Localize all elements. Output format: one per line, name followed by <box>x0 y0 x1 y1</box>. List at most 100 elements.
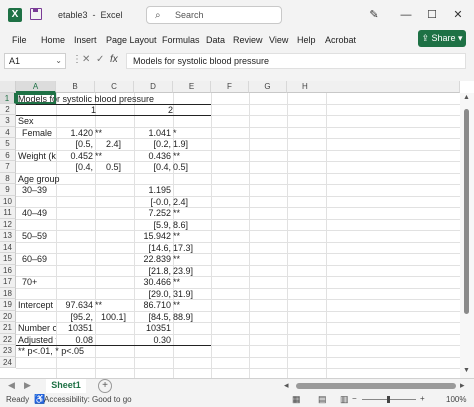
cell-d13[interactable]: 15.942 <box>134 231 171 241</box>
cell-e12[interactable]: 8.6] <box>173 220 188 230</box>
cell-d12[interactable]: [5.9, <box>134 220 171 230</box>
cell-c19[interactable]: ** <box>95 300 102 310</box>
cell-c4[interactable]: ** <box>95 128 102 138</box>
scroll-left-icon[interactable]: ◂ <box>284 380 289 391</box>
cell-b19[interactable]: 97.634 <box>56 300 93 310</box>
row-header[interactable]: 13 <box>0 230 16 242</box>
row-header[interactable]: 1 <box>0 93 16 104</box>
cell-d9[interactable]: 1.195 <box>134 185 171 195</box>
row-header[interactable]: 14 <box>0 242 16 253</box>
cell-d6[interactable]: 0.436 <box>134 151 171 161</box>
close-button[interactable]: ✕ <box>448 6 468 24</box>
cell-d14[interactable]: [14.6, <box>134 243 171 253</box>
row-header[interactable]: 9 <box>0 184 16 196</box>
column-header-e[interactable]: E <box>173 81 211 93</box>
cell-d16[interactable]: [21.8, <box>134 266 171 276</box>
row-header[interactable]: 10 <box>0 196 16 207</box>
menu-review[interactable]: Review <box>233 35 263 45</box>
cell-a22[interactable]: Adjusted f <box>18 335 56 345</box>
cell-a8[interactable]: Age group <box>18 174 60 184</box>
cell-d5[interactable]: [0.2, <box>134 139 171 149</box>
chevron-down-icon[interactable]: ⌄ <box>55 56 62 65</box>
column-header-d[interactable]: D <box>134 81 173 93</box>
cell-d4[interactable]: 1.041 <box>134 128 171 138</box>
cell-e10[interactable]: 2.4] <box>173 197 188 207</box>
cell-b20[interactable]: [95.2, <box>56 312 93 322</box>
scroll-down-icon[interactable]: ▼ <box>463 367 470 374</box>
row-header[interactable]: 17 <box>0 276 16 288</box>
vertical-scrollbar[interactable]: ▲ ▼ <box>460 93 474 378</box>
select-all-corner[interactable] <box>0 81 16 93</box>
cell-e14[interactable]: 17.3] <box>173 243 193 253</box>
page-layout-view-icon[interactable]: ▤ <box>318 394 327 405</box>
cell-e5[interactable]: 1.9] <box>173 139 188 149</box>
menu-acrobat[interactable]: Acrobat <box>325 35 356 45</box>
menu-formulas[interactable]: Formulas <box>162 35 200 45</box>
row-header[interactable]: 12 <box>0 219 16 230</box>
cell-e13[interactable]: ** <box>173 231 180 241</box>
cell-d18[interactable]: [29.0, <box>134 289 171 299</box>
zoom-out-button[interactable]: − <box>352 394 357 403</box>
normal-view-icon[interactable]: ▦ <box>292 394 301 405</box>
cell-e16[interactable]: 23.9] <box>173 266 193 276</box>
search-input[interactable]: ⌕ Search <box>146 6 282 24</box>
cell-d19[interactable]: 86.710 <box>134 300 171 310</box>
menu-page-layout[interactable]: Page Layout <box>106 35 157 45</box>
row-header[interactable]: 19 <box>0 299 16 311</box>
column-header-f[interactable]: F <box>211 81 249 93</box>
cell-b7[interactable]: [0.4, <box>56 162 93 172</box>
scroll-up-icon[interactable]: ▲ <box>463 94 470 101</box>
column-header-h[interactable]: H <box>287 81 460 93</box>
cell-a19[interactable]: Intercept <box>18 300 53 310</box>
zoom-slider-thumb[interactable] <box>387 396 390 403</box>
cell-a3[interactable]: Sex <box>18 116 34 126</box>
cell-c5[interactable]: 2.4] <box>95 139 121 149</box>
cell-a11[interactable]: 40–49 <box>22 208 47 218</box>
maximize-button[interactable]: ☐ <box>422 6 442 24</box>
cell-a4[interactable]: Female <box>22 128 52 138</box>
menu-data[interactable]: Data <box>206 35 225 45</box>
cell-e19[interactable]: ** <box>173 300 180 310</box>
row-header[interactable]: 6 <box>0 150 16 161</box>
row-header[interactable]: 16 <box>0 265 16 276</box>
save-icon[interactable] <box>30 8 42 20</box>
name-box[interactable]: A1 ⌄ <box>4 53 66 69</box>
menu-home[interactable]: Home <box>41 35 65 45</box>
cell-e17[interactable]: ** <box>173 277 180 287</box>
enter-icon[interactable]: ✓ <box>96 54 104 65</box>
cell-e11[interactable]: ** <box>173 208 180 218</box>
menu-view[interactable]: View <box>269 35 288 45</box>
cell-d10[interactable]: [-0.0, <box>134 197 171 207</box>
cell-d17[interactable]: 30.466 <box>134 277 171 287</box>
row-header[interactable]: 22 <box>0 334 16 345</box>
page-break-view-icon[interactable]: ▥ <box>340 394 349 405</box>
cell-c7[interactable]: 0.5] <box>95 162 121 172</box>
next-sheet-icon[interactable]: ▶ <box>24 380 31 391</box>
cell-b6[interactable]: 0.452 <box>56 151 93 161</box>
cell-d21[interactable]: 10351 <box>134 323 171 333</box>
cell-e6[interactable]: ** <box>173 151 180 161</box>
add-sheet-button[interactable]: + <box>98 379 112 393</box>
row-header[interactable]: 8 <box>0 173 16 184</box>
cell-c6[interactable]: ** <box>95 151 102 161</box>
cell-a17[interactable]: 70+ <box>22 277 37 287</box>
pen-icon[interactable]: ✎ <box>364 6 384 24</box>
row-header[interactable]: 23 <box>0 345 16 357</box>
cell-a6[interactable]: Weight (kg <box>18 151 56 161</box>
menu-insert[interactable]: Insert <box>74 35 97 45</box>
cell-a13[interactable]: 50–59 <box>22 231 47 241</box>
cell-d22[interactable]: 0.30 <box>134 335 171 345</box>
zoom-in-button[interactable]: + <box>420 394 425 403</box>
minimize-button[interactable]: — <box>396 6 416 24</box>
row-header[interactable]: 20 <box>0 311 16 322</box>
cancel-icon[interactable]: ✕ <box>82 54 90 65</box>
menu-help[interactable]: Help <box>297 35 316 45</box>
cell-e7[interactable]: 0.5] <box>173 162 188 172</box>
cell-d2[interactable]: 2 <box>168 105 173 115</box>
cell-b21[interactable]: 10351 <box>56 323 93 333</box>
cell-a23[interactable]: ** p<.01, * p<.05 <box>18 346 84 356</box>
cell-b5[interactable]: [0.5, <box>56 139 93 149</box>
row-header[interactable]: 3 <box>0 115 16 127</box>
cell-a9[interactable]: 30–39 <box>22 185 47 195</box>
cell-e4[interactable]: * <box>173 128 177 138</box>
